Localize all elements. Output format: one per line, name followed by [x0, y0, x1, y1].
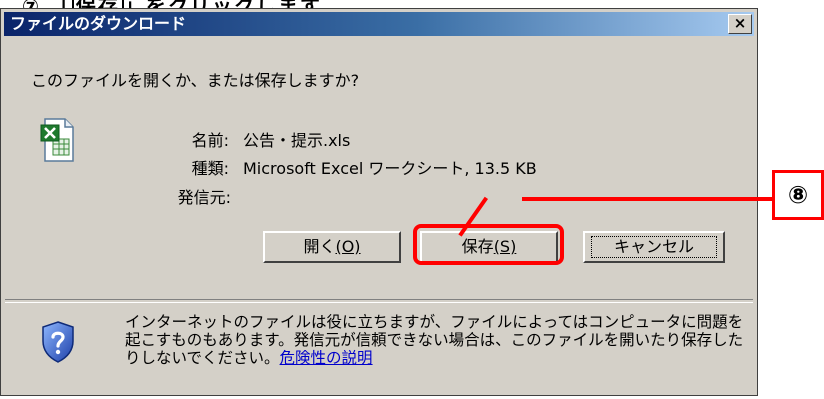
file-type-value: Microsoft Excel ワークシート, 13.5 KB	[243, 159, 537, 178]
type-label: 種類:	[191, 159, 229, 178]
security-warning: インターネットのファイルは役に立ちますが、ファイルによってはコンピュータに問題を…	[125, 313, 745, 367]
security-shield-icon	[42, 321, 74, 363]
file-download-dialog: ファイルのダウンロード × このファイルを開くか、または保存しますか? 名前: …	[0, 8, 758, 396]
open-button-label: 開く	[303, 237, 336, 256]
callout-number: ⑧	[772, 170, 824, 220]
dialog-question: このファイルを開くか、または保存しますか?	[31, 71, 360, 90]
name-label: 名前:	[191, 131, 229, 150]
risk-explanation-link[interactable]: 危険性の説明	[280, 349, 373, 367]
from-label: 発信元:	[177, 188, 231, 207]
open-button[interactable]: 開く(O)	[263, 231, 401, 263]
dialog-separator	[5, 299, 753, 303]
excel-file-icon	[40, 118, 74, 162]
dialog-title: ファイルのダウンロード	[10, 14, 187, 33]
callout-line	[522, 197, 774, 201]
open-button-key: (O)	[335, 237, 361, 256]
save-highlight-box	[413, 224, 564, 265]
warning-text: インターネットのファイルは役に立ちますが、ファイルによってはコンピュータに問題を…	[125, 313, 744, 367]
file-name-value: 公告・提示.xls	[243, 131, 351, 150]
close-icon: ×	[733, 14, 747, 32]
cancel-button-label: キャンセル	[591, 236, 717, 258]
cancel-button[interactable]: キャンセル	[583, 231, 725, 263]
dialog-titlebar[interactable]: ファイルのダウンロード ×	[4, 12, 754, 36]
close-button[interactable]: ×	[728, 14, 752, 34]
